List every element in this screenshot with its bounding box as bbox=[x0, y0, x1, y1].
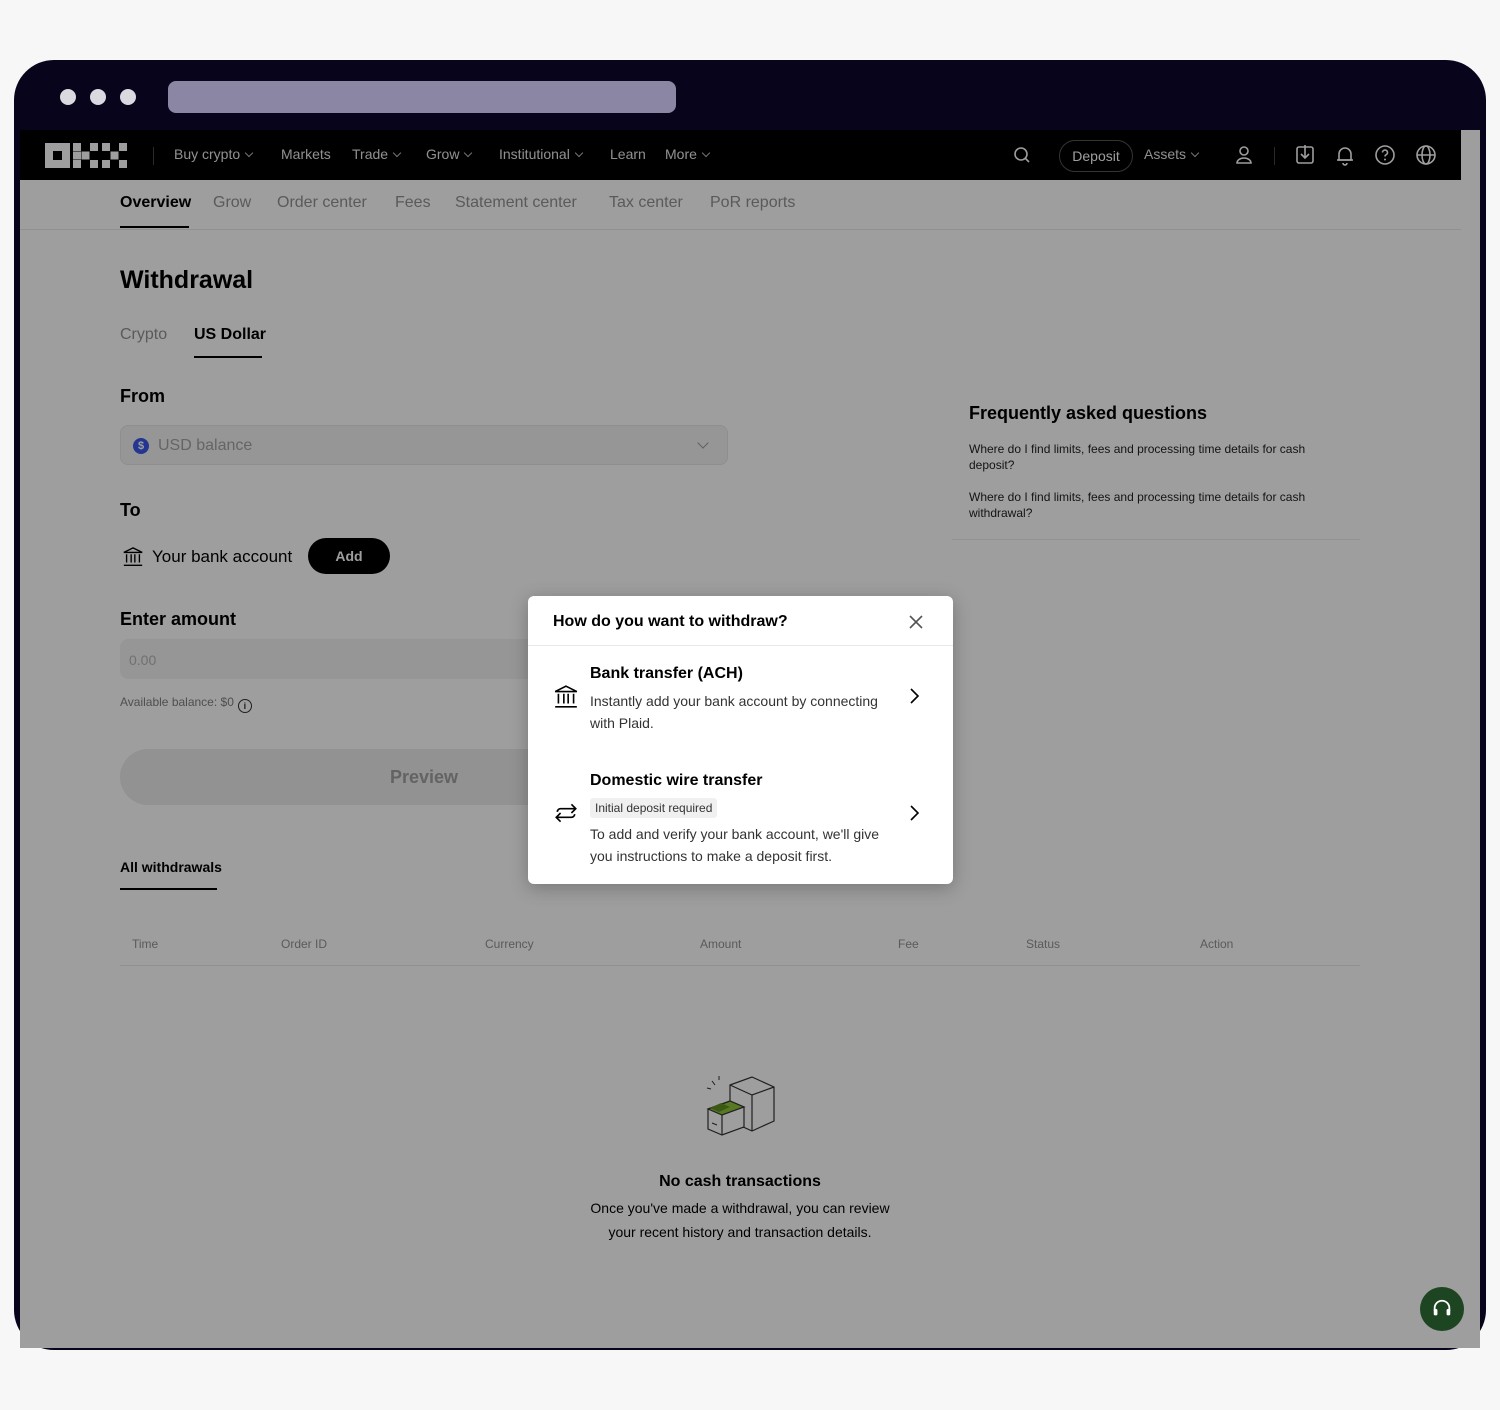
url-bar[interactable] bbox=[168, 81, 676, 113]
chevron-right-icon bbox=[910, 688, 920, 704]
initial-deposit-tag: Initial deposit required bbox=[590, 798, 718, 818]
bank-icon bbox=[554, 685, 578, 708]
modal-divider bbox=[528, 645, 953, 646]
navbar-shadow bbox=[20, 130, 1461, 180]
option-description: Instantly add your bank account by conne… bbox=[590, 693, 878, 731]
transfer-icon bbox=[555, 803, 577, 823]
modal-title: How do you want to withdraw? bbox=[553, 613, 788, 630]
window-dot[interactable] bbox=[90, 89, 106, 105]
page-viewport: Buy crypto Markets Trade Grow Institutio… bbox=[20, 130, 1480, 1348]
withdraw-method-modal: How do you want to withdraw? Bank transf… bbox=[528, 596, 953, 884]
option-domestic-wire-transfer[interactable]: Domestic wire transfer Initial deposit r… bbox=[528, 761, 953, 876]
option-bank-transfer-ach[interactable]: Bank transfer (ACH) Instantly add your b… bbox=[528, 654, 953, 754]
window-dot[interactable] bbox=[120, 89, 136, 105]
chevron-right-icon bbox=[910, 805, 920, 821]
option-title: Domestic wire transfer bbox=[590, 772, 763, 789]
window-dot[interactable] bbox=[60, 89, 76, 105]
option-description: To add and verify your bank account, we'… bbox=[590, 826, 880, 864]
support-chat-button[interactable] bbox=[1420, 1287, 1464, 1331]
close-icon[interactable] bbox=[906, 612, 926, 632]
option-title: Bank transfer (ACH) bbox=[590, 665, 743, 682]
headset-icon bbox=[1433, 1299, 1451, 1316]
